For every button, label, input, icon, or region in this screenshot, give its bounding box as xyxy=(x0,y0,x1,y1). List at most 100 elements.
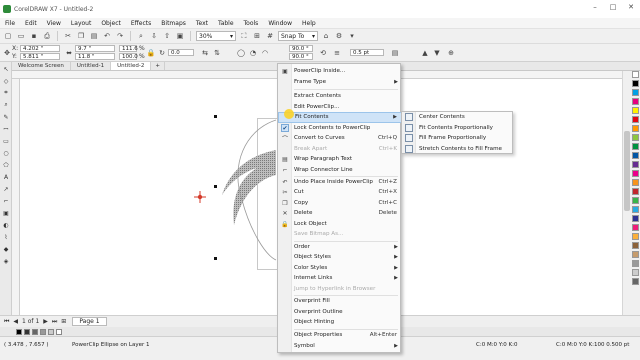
freehand-tool-icon[interactable]: ✎ xyxy=(1,112,11,122)
publish-pdf-icon[interactable]: ▣ xyxy=(175,31,185,41)
last-page-icon[interactable]: ⏭ xyxy=(52,318,57,326)
color-swatch[interactable] xyxy=(632,224,639,231)
pie-icon[interactable]: ◔ xyxy=(248,48,258,58)
menu-item-symbol[interactable]: Symbol ▶ xyxy=(278,341,402,352)
menu-item-copy[interactable]: ❐ Copy Ctrl+C xyxy=(278,198,402,209)
zoom-tool-icon[interactable]: ⌕ xyxy=(1,100,11,110)
open-icon[interactable]: ▭ xyxy=(16,31,26,41)
snap-to-combo[interactable]: Snap To ▾ xyxy=(278,31,318,41)
mirror-vertical-icon[interactable]: ⇅ xyxy=(212,48,222,58)
submenu-item-fill-frame[interactable]: Fill Frame Proportionally xyxy=(402,133,514,144)
show-rulers-icon[interactable]: ⊞ xyxy=(252,31,262,41)
color-swatch[interactable] xyxy=(56,328,62,335)
redo-icon[interactable]: ↷ xyxy=(115,31,125,41)
menu-item-edit-powerclip[interactable]: Edit PowerClip... xyxy=(278,102,402,113)
menu-help[interactable]: Help xyxy=(297,20,321,27)
color-swatch[interactable] xyxy=(632,233,639,240)
menu-item-delete[interactable]: ✕ Delete Delete xyxy=(278,208,402,219)
color-swatch[interactable] xyxy=(632,278,639,285)
polygon-tool-icon[interactable]: ⬠ xyxy=(1,160,11,170)
color-swatch[interactable] xyxy=(632,152,639,159)
artistic-media-icon[interactable]: ꟷ xyxy=(1,124,11,134)
maximize-button[interactable]: □ xyxy=(604,0,622,14)
menu-effects[interactable]: Effects xyxy=(126,20,156,27)
mirror-horizontal-icon[interactable]: ⇆ xyxy=(200,48,210,58)
menu-edit[interactable]: Edit xyxy=(20,20,42,27)
menu-item-overprint-outline[interactable]: Overprint Outline xyxy=(278,307,402,318)
save-icon[interactable]: ▪ xyxy=(29,31,39,41)
menu-item-color-styles[interactable]: Color Styles ▶ xyxy=(278,263,402,274)
new-document-icon[interactable]: ▢ xyxy=(3,31,13,41)
welcome-screen-icon[interactable]: ⌂ xyxy=(321,31,331,41)
scale-x-field[interactable]: 111.6 xyxy=(119,45,138,52)
color-swatch[interactable] xyxy=(48,328,54,335)
menu-object[interactable]: Object xyxy=(96,20,126,27)
rectangle-tool-icon[interactable]: ▭ xyxy=(1,136,11,146)
menu-item-object-styles[interactable]: Object Styles ▶ xyxy=(278,252,402,263)
color-swatch[interactable] xyxy=(16,328,22,335)
menu-item-internet-links[interactable]: Internet Links ▶ xyxy=(278,273,402,284)
full-screen-icon[interactable]: ⛶ xyxy=(239,31,249,41)
first-page-icon[interactable]: ⏮ xyxy=(4,318,9,326)
outline-width-field[interactable]: 0.5 pt xyxy=(350,49,384,56)
color-swatch[interactable] xyxy=(632,134,639,141)
tab-untitled-2[interactable]: Untitled-2 xyxy=(111,62,152,70)
page-1-tab[interactable]: Page 1 xyxy=(72,317,107,326)
vertical-ruler[interactable] xyxy=(12,79,20,315)
color-swatch[interactable] xyxy=(632,116,639,123)
menu-tools[interactable]: Tools xyxy=(239,20,264,27)
start-angle-field[interactable]: 90.0 ° xyxy=(289,45,313,52)
submenu-item-stretch-contents[interactable]: Stretch Contents to Fill Frame xyxy=(402,144,514,155)
menu-item-lock-object[interactable]: 🔒 Lock Object xyxy=(278,219,402,230)
paste-icon[interactable]: ▤ xyxy=(89,31,99,41)
menu-item-object-properties[interactable]: Object Properties Alt+Enter xyxy=(278,330,402,341)
lock-ratio-icon[interactable]: 🔒 xyxy=(146,48,156,58)
menu-layout[interactable]: Layout xyxy=(66,20,96,27)
tab-untitled-1[interactable]: Untitled-1 xyxy=(71,62,112,70)
menu-view[interactable]: View xyxy=(42,20,66,27)
color-swatch[interactable] xyxy=(632,215,639,222)
cut-icon[interactable]: ✂ xyxy=(63,31,73,41)
menu-text[interactable]: Text xyxy=(191,20,213,27)
color-swatch[interactable] xyxy=(632,251,639,258)
rotation-field[interactable]: 0.0 xyxy=(168,49,194,56)
quick-customize-icon[interactable]: ⊕ xyxy=(446,48,456,58)
tab-welcome-screen[interactable]: Welcome Screen xyxy=(12,62,71,70)
color-swatch[interactable] xyxy=(632,197,639,204)
menu-item-wrap-connector-line[interactable]: ⌐ Wrap Connector Line xyxy=(278,165,402,176)
menu-item-object-hinting[interactable]: Object Hinting xyxy=(278,317,402,328)
search-content-icon[interactable]: ⌕ xyxy=(136,31,146,41)
submenu-item-fit-proportionally[interactable]: Fit Contents Proportionally xyxy=(402,123,514,134)
color-swatch[interactable] xyxy=(632,125,639,132)
color-swatch[interactable] xyxy=(40,328,46,335)
options-icon[interactable]: ⚙ xyxy=(334,31,344,41)
y-position-field[interactable]: 5.811 " xyxy=(20,53,60,60)
end-angle-field[interactable]: 90.0 ° xyxy=(289,53,313,60)
print-icon[interactable]: ⎙ xyxy=(42,31,52,41)
color-swatch[interactable] xyxy=(632,170,639,177)
color-swatch[interactable] xyxy=(632,98,639,105)
prev-page-icon[interactable]: ◀ xyxy=(13,318,18,325)
submenu-item-center-contents[interactable]: Center Contents xyxy=(402,112,514,123)
parallel-dimension-icon[interactable]: ↗ xyxy=(1,184,11,194)
color-swatch[interactable] xyxy=(32,328,38,335)
menu-item-fit-contents[interactable]: Fit Contents ▶ xyxy=(278,112,402,123)
color-swatch[interactable] xyxy=(632,80,639,87)
wrap-text-icon[interactable]: ▤ xyxy=(390,48,400,58)
close-button[interactable]: ✕ xyxy=(622,0,640,14)
export-icon[interactable]: ⇧ xyxy=(162,31,172,41)
color-swatch[interactable] xyxy=(632,71,639,78)
copy-icon[interactable]: ❐ xyxy=(76,31,86,41)
color-swatch[interactable] xyxy=(632,161,639,168)
menu-item-lock-contents[interactable]: ✔ Lock Contents to PowerClip xyxy=(278,123,402,134)
color-swatch[interactable] xyxy=(632,188,639,195)
arc-icon[interactable]: ◠ xyxy=(260,48,270,58)
menu-item-extract-contents[interactable]: Extract Contents xyxy=(278,91,402,102)
x-position-field[interactable]: 4.202 " xyxy=(20,45,60,52)
smart-fill-icon[interactable]: ◈ xyxy=(1,256,11,266)
menu-item-convert-to-curves[interactable]: ⌒ Convert to Curves Ctrl+Q xyxy=(278,133,402,144)
import-icon[interactable]: ⇩ xyxy=(149,31,159,41)
new-tab-icon[interactable]: + xyxy=(151,62,165,70)
add-page-icon[interactable]: ⊞ xyxy=(61,318,66,325)
color-swatch[interactable] xyxy=(632,269,639,276)
